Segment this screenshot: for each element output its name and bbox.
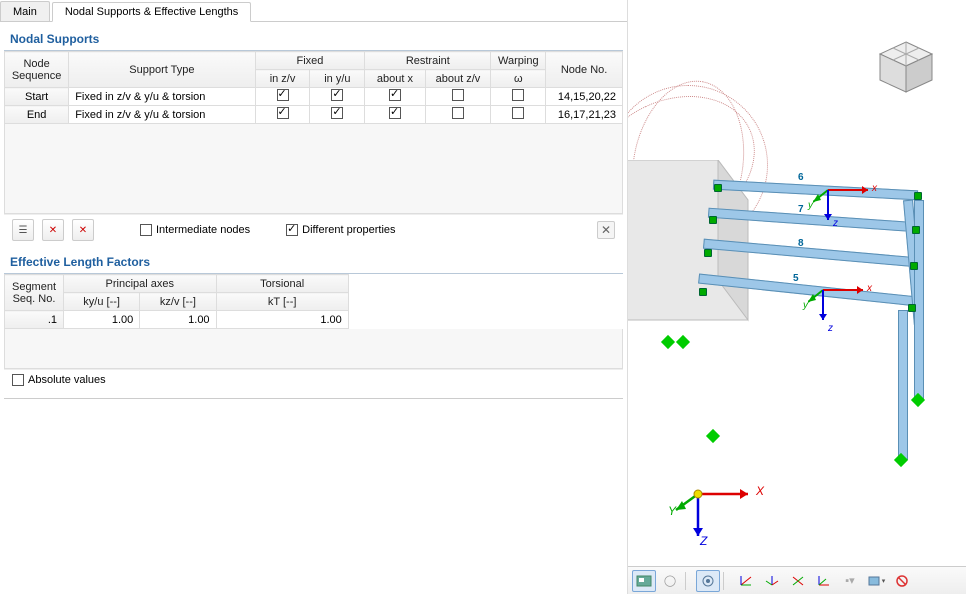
delete-support-alt-button[interactable]: ✕ [72,219,94,241]
view-z-button[interactable] [786,570,810,592]
th-in-zv: in z/v [255,70,310,88]
cell-kyu[interactable]: 1.00 [64,311,140,329]
th-node-no: Node No. [546,52,623,88]
checkbox-icon [12,374,24,386]
axis-x-label: x [867,283,872,294]
th-principal-axes: Principal axes [64,275,217,293]
th-node-sequence: Node Sequence [5,52,69,88]
axis-x-label: x [872,183,877,194]
nodal-options-row: ☰ ✕ ✕ Intermediate nodes Different prope… [4,214,623,245]
cell-restraint-x[interactable] [365,88,425,106]
cell-seg-seq: .1 [5,311,64,329]
cell-fixed-zv[interactable] [255,88,310,106]
beam-label: 8 [798,238,804,249]
cell-node-no: 14,15,20,22 [546,88,623,106]
view-x-button[interactable] [734,570,758,592]
global-axes-icon [668,464,758,544]
cell-fixed-yu[interactable] [310,106,365,124]
th-kyu: ky/u [--] [64,293,140,311]
absolute-values-checkbox[interactable]: Absolute values [12,374,106,386]
global-axis-z: Z [700,534,707,548]
th-segment-seq: Segment Seq. No. [5,275,64,311]
table-row[interactable]: Start Fixed in z/v & y/u & torsion 14,15… [5,88,623,106]
reset-view-button[interactable] [890,570,914,592]
cell-support-type[interactable]: Fixed in z/v & y/u & torsion [69,88,255,106]
beam-label: 5 [793,273,799,284]
global-axis-x: X [756,484,764,498]
cell-restraint-zv[interactable] [425,106,491,124]
axis-z-label: z [828,323,833,334]
cell-kt[interactable]: 1.00 [216,311,348,329]
view-y-button[interactable] [760,570,784,592]
cell-seq: Start [5,88,69,106]
checkbox-icon [286,224,298,236]
th-about-x: about x [365,70,425,88]
axis-y-label: y [803,300,808,311]
th-support-type: Support Type [69,52,255,88]
axis-y-label: y [808,200,813,211]
th-kzv: kz/v [--] [140,293,216,311]
cell-support-type[interactable]: Fixed in z/v & y/u & torsion [69,106,255,124]
absolute-values-label: Absolute values [28,374,106,386]
set-supports-button[interactable]: ☰ [12,219,34,241]
view-dropdown-button[interactable]: ▪▾ [838,570,862,592]
tab-bar: Main Nodal Supports & Effective Lengths [0,0,627,22]
bottom-panel [4,398,623,548]
beam-label: 6 [798,172,804,183]
grid-empty-area [4,329,623,369]
cell-warping[interactable] [491,106,546,124]
global-axis-y: Y [668,504,676,518]
th-fixed: Fixed [255,52,365,70]
th-about-zv: about z/v [425,70,491,88]
cell-warping[interactable] [491,88,546,106]
th-kt: kT [--] [216,293,348,311]
th-warping: Warping [491,52,546,70]
cell-restraint-zv[interactable] [425,88,491,106]
th-torsional: Torsional [216,275,348,293]
th-in-yu: in y/u [310,70,365,88]
cell-node-no: 16,17,21,23 [546,106,623,124]
view-iso-button[interactable] [812,570,836,592]
beam-label: 7 [798,204,804,215]
delete-support-button[interactable]: ✕ [42,219,64,241]
viewport-toolbar: ◯ ▪▾ ▾ [628,566,966,594]
different-properties-label: Different properties [302,224,395,236]
axis-z-label: z [833,218,838,229]
different-properties-checkbox[interactable]: Different properties [286,224,395,236]
nav-cube[interactable] [876,40,936,94]
intermediate-nodes-label: Intermediate nodes [156,224,250,236]
cell-fixed-zv[interactable] [255,106,310,124]
section-effective-length-factors: Effective Length Factors [4,249,623,274]
close-section-button[interactable]: ✕ [597,221,615,239]
scene-3d: 6 7 8 5 x y z x y [628,110,966,504]
cell-seq: End [5,106,69,124]
cell-kzv[interactable]: 1.00 [140,311,216,329]
th-restraint: Restraint [365,52,491,70]
section-nodal-supports: Nodal Supports [4,26,623,51]
checkbox-icon [140,224,152,236]
table-row[interactable]: End Fixed in z/v & y/u & torsion 16,17,2… [5,106,623,124]
tab-nodal-supports[interactable]: Nodal Supports & Effective Lengths [52,2,251,22]
tab-main[interactable]: Main [0,1,50,21]
show-wireframe-button[interactable]: ◯ [658,570,682,592]
viewport-3d[interactable]: 6 7 8 5 x y z x y [628,0,966,564]
cell-fixed-yu[interactable] [310,88,365,106]
intermediate-nodes-checkbox[interactable]: Intermediate nodes [140,224,250,236]
grid-empty-area [4,124,623,214]
display-dropdown-button[interactable]: ▾ [864,570,888,592]
effective-length-table: Segment Seq. No. Principal axes Torsiona… [4,274,623,329]
th-omega: ω [491,70,546,88]
nodal-supports-table: Node Sequence Support Type Fixed Restrai… [4,51,623,124]
cell-restraint-x[interactable] [365,106,425,124]
show-render-button[interactable] [632,570,656,592]
elf-options-row: Absolute values [4,369,623,390]
table-row[interactable]: .1 1.00 1.00 1.00 [5,311,624,329]
view-mode-button[interactable] [696,570,720,592]
